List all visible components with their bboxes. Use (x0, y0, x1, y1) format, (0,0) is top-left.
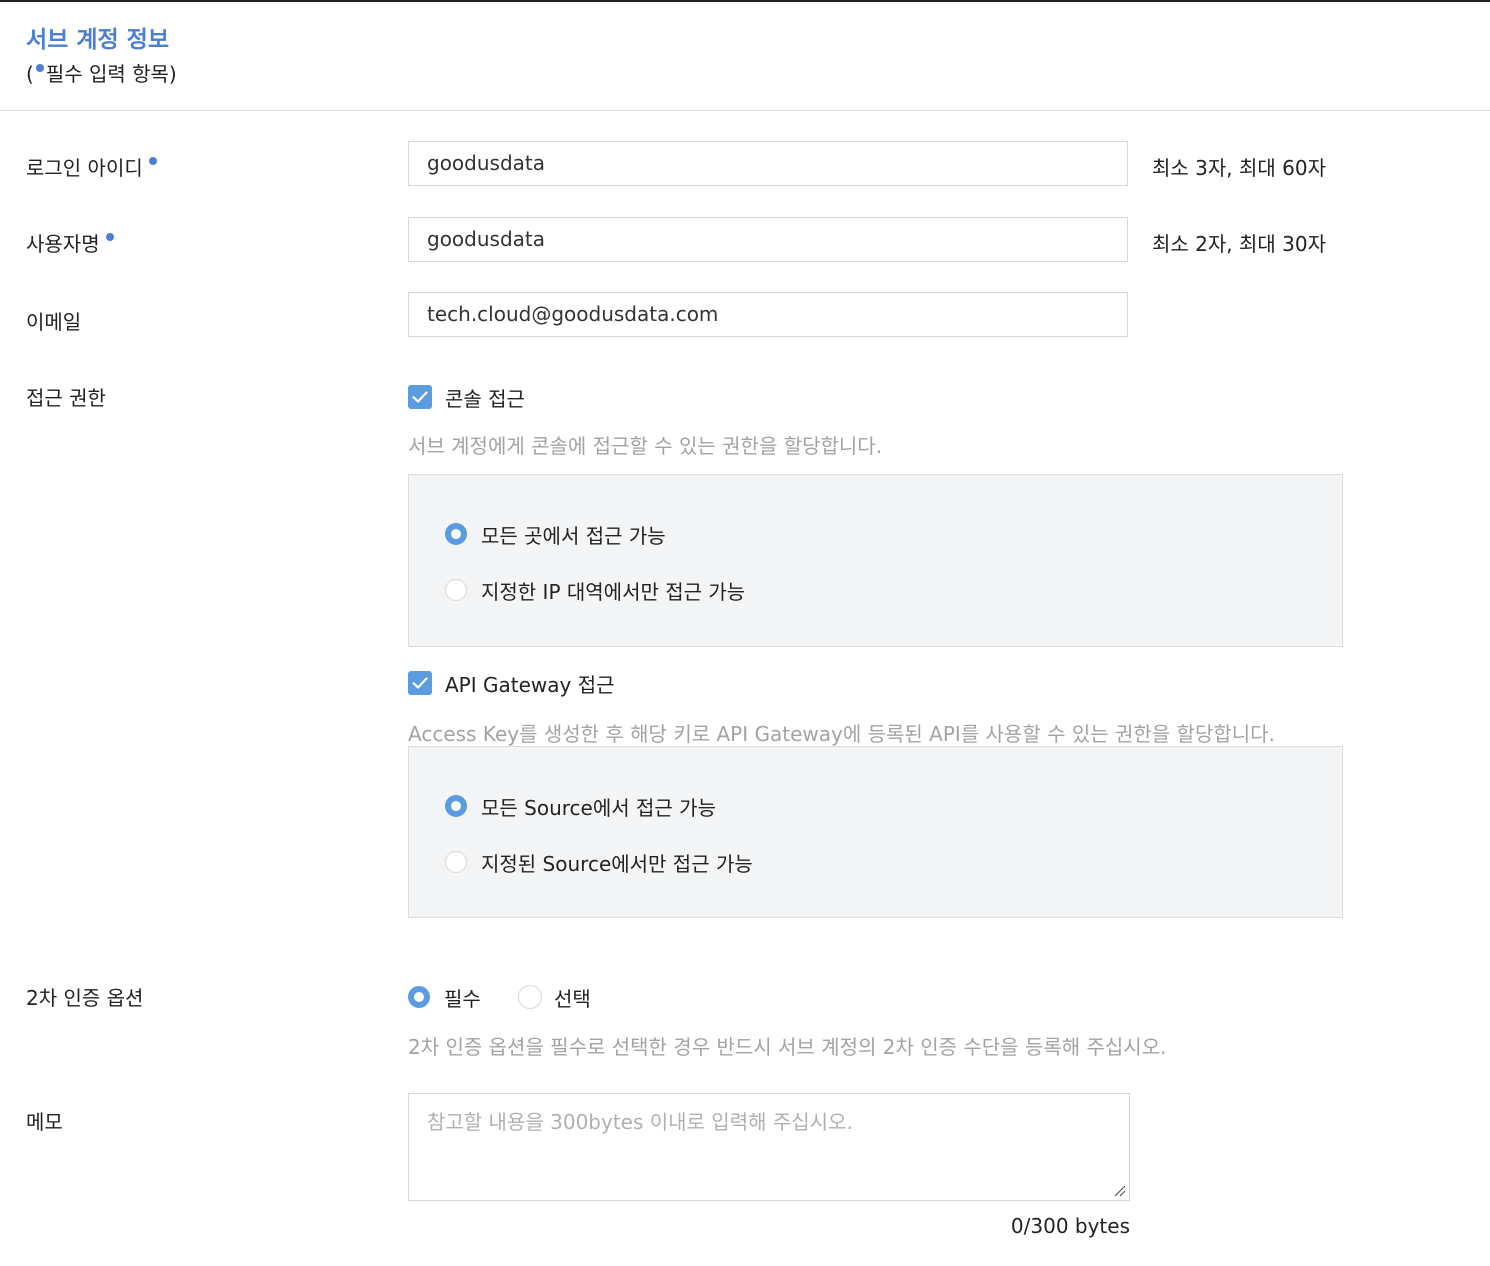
radio-selected-icon[interactable] (445, 523, 467, 545)
console-access-description: 서브 계정에게 콘솔에 접근할 수 있는 권한을 할당합니다. (408, 434, 883, 458)
checkmark-icon (412, 677, 428, 689)
two-factor-option-label: 필수 (444, 986, 481, 1011)
api-gateway-description: Access Key를 생성한 후 해당 키로 API Gateway에 등록된… (408, 722, 1275, 746)
username-label-text: 사용자명 (26, 232, 100, 256)
required-dot-icon (35, 64, 44, 72)
login-id-label-text: 로그인 아이디 (26, 156, 143, 180)
username-label: 사용자명 (26, 228, 114, 257)
console-access-options-panel: 모든 곳에서 접근 가능 지정한 IP 대역에서만 접근 가능 (408, 474, 1343, 647)
radio-unselected-icon[interactable] (518, 985, 542, 1009)
console-option-label: 지정한 IP 대역에서만 접근 가능 (481, 579, 746, 604)
login-id-input[interactable]: goodusdata (408, 141, 1128, 186)
console-access-checkbox[interactable] (408, 385, 432, 409)
email-input[interactable]: tech.cloud@goodusdata.com (408, 292, 1128, 337)
memo-placeholder: 참고할 내용을 300bytes 이내로 입력해 주십시오. (427, 1110, 853, 1134)
memo-textarea[interactable]: 참고할 내용을 300bytes 이내로 입력해 주십시오. (408, 1093, 1130, 1201)
radio-unselected-icon[interactable] (445, 851, 467, 873)
console-option-ip-range[interactable]: 지정한 IP 대역에서만 접근 가능 (445, 577, 746, 604)
two-factor-label: 2차 인증 옵션 (26, 986, 144, 1010)
login-id-label: 로그인 아이디 (26, 152, 157, 181)
memo-label: 메모 (26, 1110, 63, 1134)
access-label: 접근 권한 (26, 386, 106, 410)
api-option-all-sources[interactable]: 모든 Source에서 접근 가능 (445, 793, 716, 820)
two-factor-option-optional[interactable]: 선택 (518, 984, 591, 1011)
two-factor-option-required[interactable]: 필수 (408, 984, 481, 1011)
section-title: 서브 계정 정보 (26, 27, 169, 53)
api-gateway-label: API Gateway 접근 (445, 672, 615, 697)
two-factor-description: 2차 인증 옵션을 필수로 선택한 경우 반드시 서브 계정의 2차 인증 수단… (408, 1035, 1167, 1059)
login-id-hint: 최소 3자, 최대 60자 (1152, 156, 1327, 180)
api-gateway-checkbox[interactable] (408, 671, 432, 695)
memo-byte-count: 0/300 bytes (1010, 1214, 1130, 1238)
two-factor-option-label: 선택 (554, 986, 591, 1011)
api-gateway-options-panel: 모든 Source에서 접근 가능 지정된 Source에서만 접근 가능 (408, 746, 1343, 918)
console-access-checkbox-row[interactable]: 콘솔 접근 (408, 384, 525, 411)
radio-unselected-icon[interactable] (445, 579, 467, 601)
legend-text: 필수 입력 항목) (45, 62, 177, 86)
legend-open-paren: ( (26, 62, 34, 86)
console-access-label: 콘솔 접근 (445, 386, 525, 411)
api-option-label: 지정된 Source에서만 접근 가능 (481, 851, 753, 876)
section-header: 서브 계정 정보 ( 필수 입력 항목) (0, 2, 1490, 111)
api-option-label: 모든 Source에서 접근 가능 (481, 795, 716, 820)
required-dot-icon (148, 157, 157, 165)
api-gateway-checkbox-row[interactable]: API Gateway 접근 (408, 670, 615, 697)
required-dot-icon (105, 233, 114, 241)
resize-grip-icon[interactable] (1112, 1183, 1126, 1197)
api-option-specified-sources[interactable]: 지정된 Source에서만 접근 가능 (445, 849, 753, 876)
console-option-anywhere[interactable]: 모든 곳에서 접근 가능 (445, 521, 666, 548)
radio-selected-icon[interactable] (408, 986, 430, 1008)
email-label: 이메일 (26, 310, 82, 334)
console-option-label: 모든 곳에서 접근 가능 (481, 523, 666, 548)
checkmark-icon (412, 391, 428, 403)
required-legend: ( 필수 입력 항목) (26, 58, 177, 87)
username-hint: 최소 2자, 최대 30자 (1152, 232, 1327, 256)
radio-selected-icon[interactable] (445, 795, 467, 817)
username-input[interactable]: goodusdata (408, 217, 1128, 262)
